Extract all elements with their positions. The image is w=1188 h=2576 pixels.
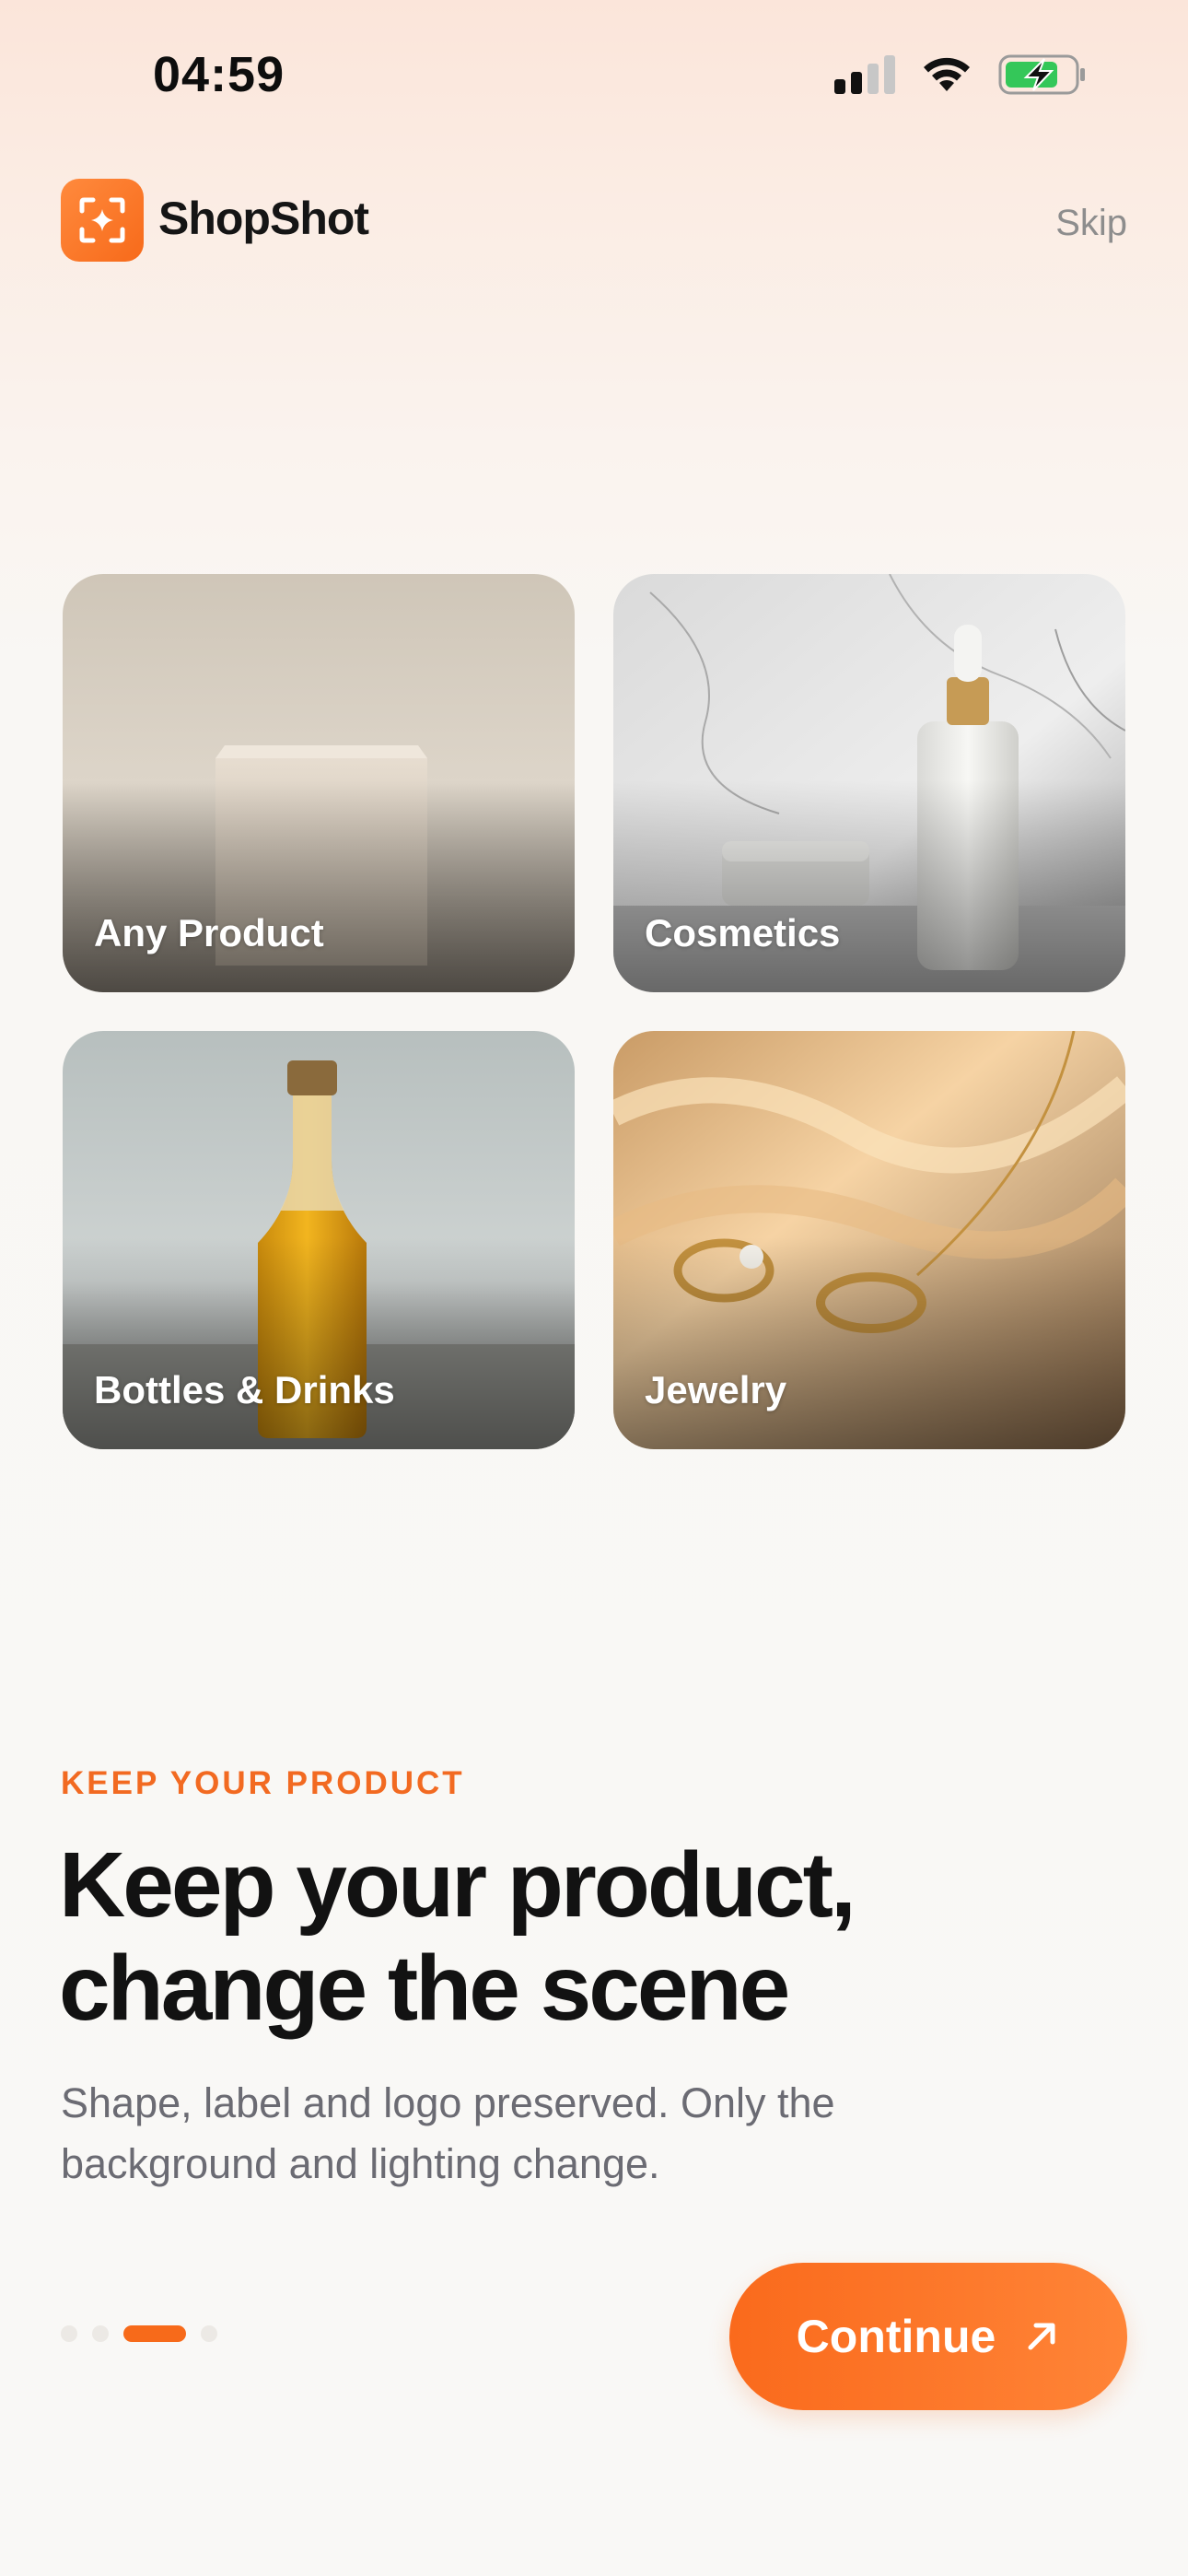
card-shade: [613, 780, 1125, 992]
category-label: Bottles & Drinks: [94, 1368, 395, 1411]
status-bar: 04:59: [0, 0, 1188, 166]
skip-button[interactable]: Skip: [1055, 203, 1127, 244]
title-line-2: change the scene: [59, 1937, 790, 2040]
card-shade: [63, 780, 575, 992]
category-card-cosmetics[interactable]: Cosmetics: [613, 574, 1125, 992]
app-name: ShopShot: [158, 193, 369, 244]
category-label: Cosmetics: [645, 911, 841, 954]
arrow-up-right-icon: [1028, 2323, 1055, 2350]
app-logo: [61, 179, 144, 262]
page-dot-1: [61, 2325, 77, 2342]
page-description: Shape, label and logo preserved. Only th…: [61, 2073, 982, 2195]
cellular-signal-icon: [834, 55, 895, 94]
page-dot-3-active: [123, 2325, 186, 2342]
card-shade: [613, 1237, 1125, 1449]
continue-button[interactable]: Continue: [729, 2263, 1127, 2410]
category-card-jewelry[interactable]: Jewelry: [613, 1031, 1125, 1449]
title-line-1: Keep your product,: [59, 1833, 856, 1937]
card-shade: [63, 1237, 575, 1449]
wifi-icon: [924, 57, 970, 91]
page-indicator: [61, 2325, 217, 2342]
description-line-1: Shape, label and logo preserved. Only th…: [61, 2079, 835, 2126]
header: ShopShot Skip: [61, 179, 1127, 263]
status-icons: [834, 53, 1087, 96]
page-dot-4: [201, 2325, 217, 2342]
category-card-bottles-drinks[interactable]: Bottles & Drinks: [63, 1031, 575, 1449]
description-line-2: background and lighting change.: [61, 2140, 660, 2187]
battery-charging-icon: [998, 54, 1085, 95]
page-title: Keep your product, change the scene: [59, 1833, 1127, 2040]
category-label: Any Product: [94, 911, 324, 954]
continue-label: Continue: [796, 2311, 996, 2362]
page-dot-2: [92, 2325, 109, 2342]
section-eyebrow: KEEP YOUR PRODUCT: [61, 1765, 465, 1801]
sparkle-frame-icon: [79, 197, 125, 243]
category-card-any-product[interactable]: Any Product: [63, 574, 575, 992]
category-label: Jewelry: [645, 1368, 787, 1411]
status-time: 04:59: [153, 47, 285, 102]
